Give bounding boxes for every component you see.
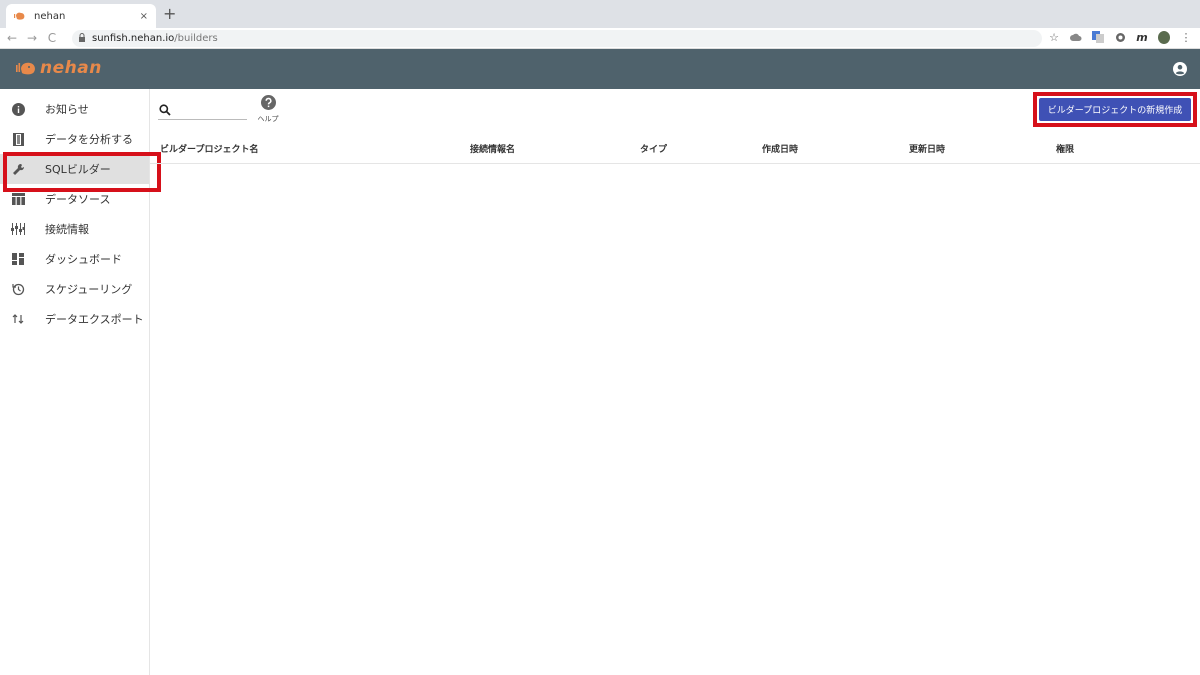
column-header-updated-at[interactable]: 更新日時 — [909, 142, 945, 155]
app-header: nehan — [0, 49, 1200, 89]
connection-icon — [11, 222, 25, 236]
browser-address-bar: ← → C sunfish.nehan.io/builders ☆ m ⋮ — [0, 28, 1200, 49]
url-path: /builders — [174, 32, 218, 44]
sidebar-item-label: ダッシュボード — [45, 253, 122, 266]
info-icon — [11, 102, 25, 116]
sidebar-item-label: データソース — [45, 193, 111, 206]
account-icon[interactable] — [1173, 62, 1187, 76]
sidebar-item-label: データを分析する — [45, 133, 133, 146]
main-content: ヘルプ ビルダープロジェクトの新規作成 ビルダープロジェクト名 接続情報名 タイ… — [150, 89, 1200, 675]
browser-tab-bar: nehan × + — [0, 0, 1200, 28]
highlight-box-create-button — [1033, 92, 1197, 127]
schedule-icon — [11, 282, 25, 296]
cloud-extension-icon[interactable] — [1070, 31, 1082, 43]
column-header-project-name[interactable]: ビルダープロジェクト名 — [160, 142, 258, 155]
url-host: sunfish.nehan.io — [92, 32, 175, 44]
search-icon — [159, 103, 171, 116]
help-icon — [260, 95, 276, 110]
tab-close-icon[interactable]: × — [140, 11, 148, 22]
url-input[interactable]: sunfish.nehan.io/builders — [72, 29, 1042, 47]
extension-icons: ☆ m ⋮ — [1048, 30, 1192, 44]
highlight-box-sql-builder — [3, 152, 161, 192]
circle-extension-icon[interactable] — [1114, 31, 1126, 43]
lock-icon — [78, 32, 86, 44]
sidebar-item-notices[interactable]: お知らせ — [0, 94, 149, 124]
profile-avatar[interactable] — [1158, 30, 1170, 44]
nehan-favicon-icon — [14, 11, 26, 21]
column-header-created-at[interactable]: 作成日時 — [762, 142, 798, 155]
sidebar-item-scheduling[interactable]: スケジューリング — [0, 274, 149, 304]
column-header-permission[interactable]: 権限 — [1056, 142, 1074, 155]
sidebar-item-label: スケジューリング — [45, 283, 133, 296]
m-extension-icon[interactable]: m — [1136, 31, 1148, 44]
browser-tab[interactable]: nehan × — [6, 4, 156, 28]
search-input[interactable] — [177, 103, 247, 116]
sidebar-item-label: 接続情報 — [45, 223, 89, 236]
back-icon[interactable]: ← — [2, 31, 22, 45]
reload-icon[interactable]: C — [42, 31, 62, 45]
sidebar-item-connections[interactable]: 接続情報 — [0, 214, 149, 244]
forward-icon[interactable]: → — [22, 31, 42, 45]
logo[interactable]: nehan — [15, 58, 102, 78]
film-icon — [11, 132, 25, 146]
column-header-connection-name[interactable]: 接続情報名 — [470, 142, 515, 155]
sidebar-item-dashboard[interactable]: ダッシュボード — [0, 244, 149, 274]
sidebar-item-label: データエクスポート — [45, 313, 144, 326]
tab-title: nehan — [34, 10, 66, 22]
search-bar — [158, 100, 247, 120]
sidebar-item-analyze[interactable]: データを分析する — [0, 124, 149, 154]
help-button[interactable]: ヘルプ — [256, 95, 280, 124]
column-header-type[interactable]: タイプ — [640, 142, 667, 155]
translate-extension-icon[interactable] — [1092, 31, 1104, 43]
help-label: ヘルプ — [257, 115, 279, 123]
logo-text: nehan — [40, 58, 102, 78]
star-icon[interactable]: ☆ — [1048, 31, 1060, 44]
nehan-logo-icon — [16, 62, 35, 75]
table-icon — [11, 192, 25, 206]
dashboard-icon — [11, 252, 25, 266]
sidebar-item-export[interactable]: データエクスポート — [0, 304, 149, 334]
menu-dots-icon[interactable]: ⋮ — [1180, 31, 1192, 44]
sidebar-item-label: お知らせ — [45, 103, 89, 116]
export-icon — [11, 312, 25, 326]
new-tab-button[interactable]: + — [163, 5, 176, 23]
table-header: ビルダープロジェクト名 接続情報名 タイプ 作成日時 更新日時 権限 — [150, 136, 1200, 164]
